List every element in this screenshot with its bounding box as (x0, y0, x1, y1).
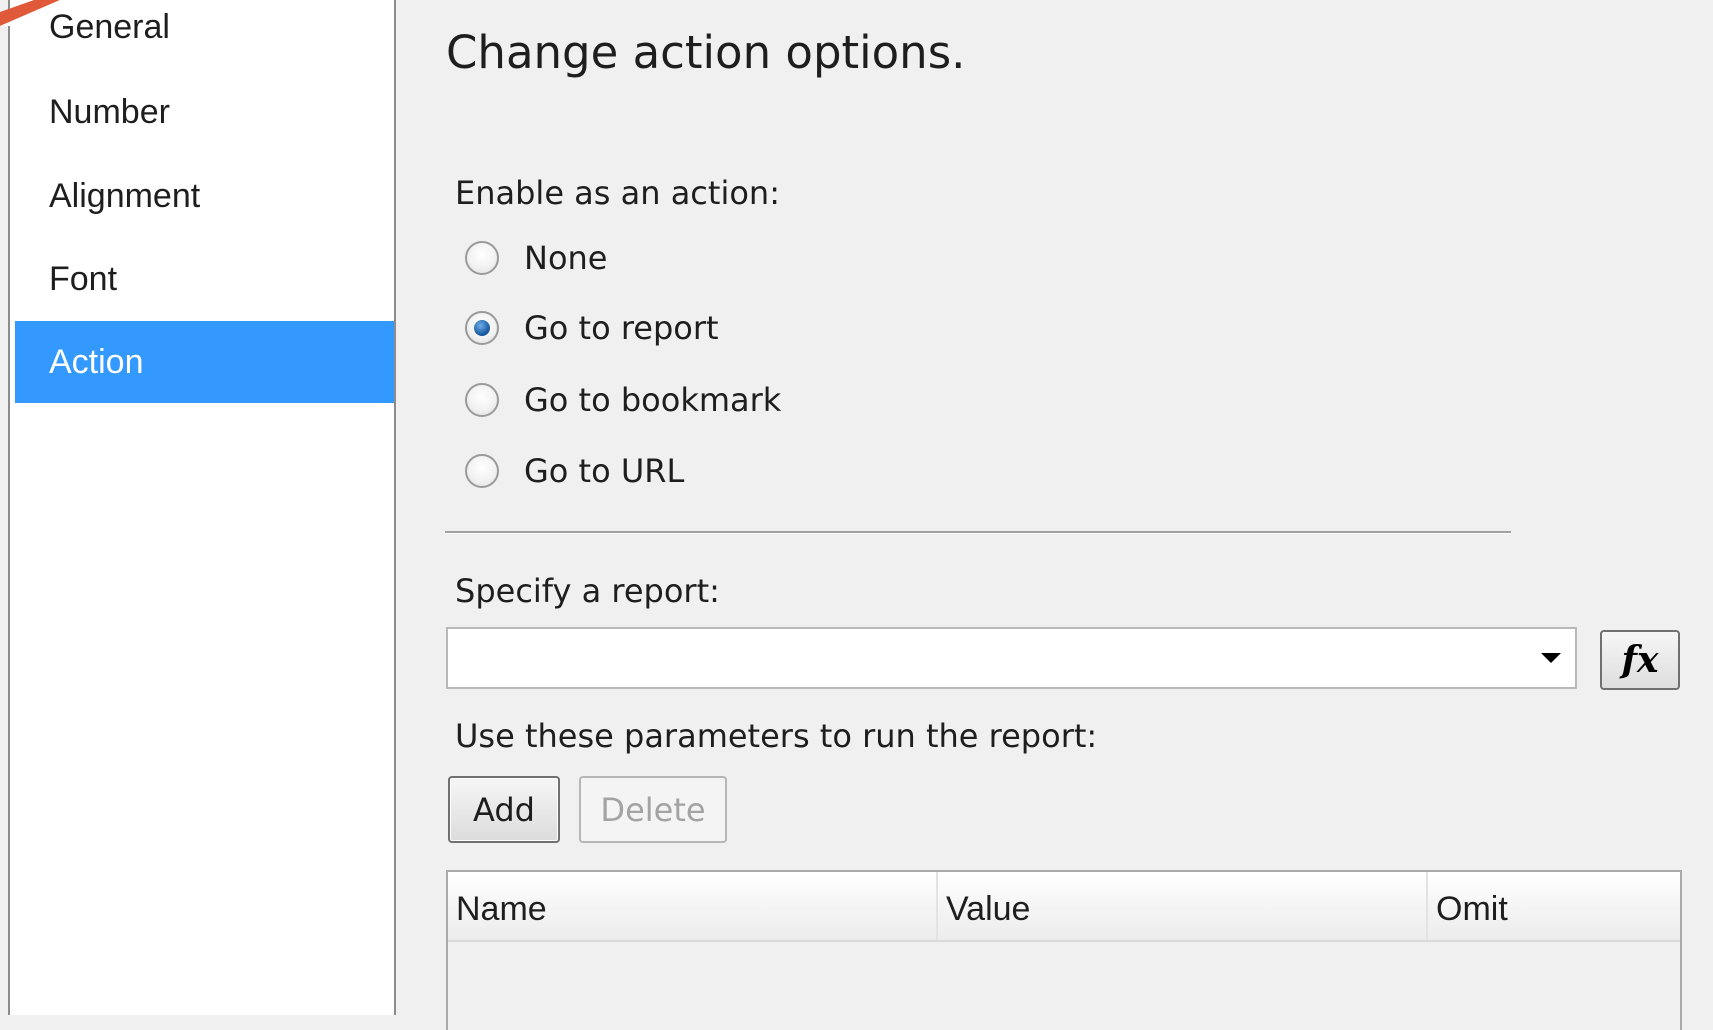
delete-button[interactable]: Delete (579, 776, 727, 843)
fx-icon: fx (1621, 639, 1659, 681)
report-label: Specify a report: (455, 572, 720, 610)
expression-button[interactable]: fx (1600, 630, 1680, 690)
action-group-label: Enable as an action: (455, 174, 780, 212)
dropdown-arrow-icon[interactable] (1541, 653, 1561, 663)
radio-go-to-url[interactable]: Go to URL (465, 446, 684, 496)
grid-header: Name Value Omit (448, 872, 1680, 942)
sidebar: General Number Alignment Font Action (8, 0, 396, 1015)
parameters-grid[interactable]: Name Value Omit (446, 870, 1682, 1030)
sidebar-item-alignment[interactable]: Alignment (15, 155, 394, 237)
radio-go-to-bookmark-label: Go to bookmark (524, 381, 782, 419)
radio-go-to-bookmark[interactable]: Go to bookmark (465, 375, 781, 425)
radio-go-to-bookmark-button[interactable] (465, 383, 499, 417)
column-header-name[interactable]: Name (448, 872, 938, 940)
column-header-omit[interactable]: Omit (1428, 872, 1680, 940)
page-title: Change action options. (446, 26, 966, 79)
corner-arrow-icon (0, 0, 72, 26)
section-separator (445, 531, 1511, 534)
report-combobox[interactable] (446, 627, 1577, 689)
radio-go-to-report-label: Go to report (524, 309, 719, 347)
parameters-label: Use these parameters to run the report: (455, 717, 1098, 755)
column-header-value[interactable]: Value (938, 872, 1428, 940)
sidebar-item-number[interactable]: Number (15, 71, 394, 153)
radio-none-button[interactable] (465, 241, 499, 275)
radio-none[interactable]: None (465, 233, 607, 283)
radio-none-label: None (524, 239, 608, 277)
radio-go-to-url-label: Go to URL (524, 452, 685, 490)
radio-go-to-report[interactable]: Go to report (465, 303, 719, 353)
sidebar-item-font[interactable]: Font (15, 238, 394, 320)
radio-go-to-report-button[interactable] (465, 311, 499, 345)
sidebar-item-action[interactable]: Action (15, 321, 394, 403)
add-button[interactable]: Add (448, 776, 560, 843)
radio-go-to-url-button[interactable] (465, 454, 499, 488)
